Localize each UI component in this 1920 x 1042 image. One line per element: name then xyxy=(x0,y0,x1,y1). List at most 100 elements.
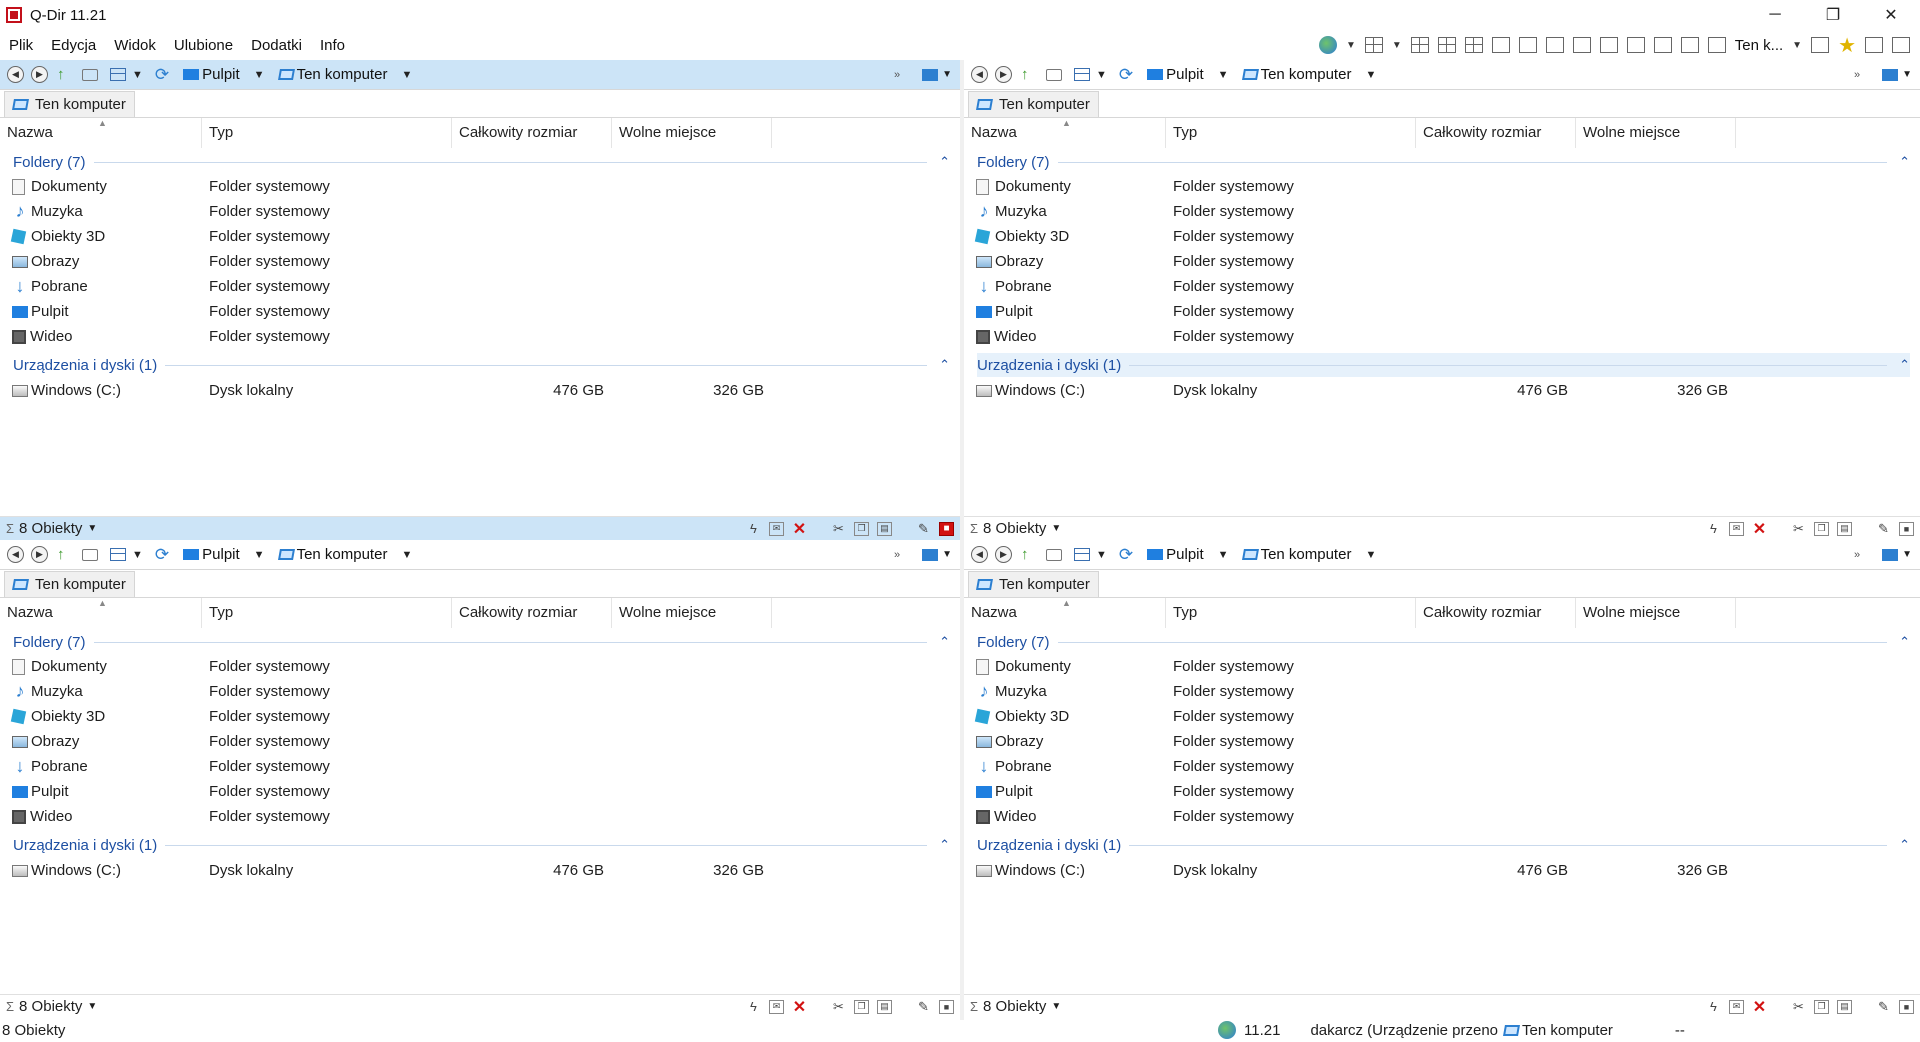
menu-widok[interactable]: Widok xyxy=(105,37,165,54)
list-item[interactable]: Obrazy Folder systemowy xyxy=(964,249,1920,274)
column-wolne[interactable]: Wolne miejsce xyxy=(1576,598,1736,628)
favorites-star-icon[interactable]: ★ xyxy=(1838,33,1856,58)
computer-button[interactable]: Ten komputer ▼ xyxy=(1241,66,1376,83)
layout-2x2-icon[interactable] xyxy=(1410,37,1429,53)
computer-button[interactable]: Ten komputer ▼ xyxy=(1241,546,1376,563)
mail-icon[interactable]: ✉ xyxy=(769,521,784,536)
desktop-dropdown-icon[interactable]: ▼ xyxy=(1218,549,1229,561)
tab-ten-komputer[interactable]: Ten komputer xyxy=(968,91,1099,117)
tools-icon[interactable] xyxy=(1865,37,1883,53)
collapse-icon[interactable]: ⌃ xyxy=(939,634,950,650)
column-nazwa[interactable]: Nazwa ▲ xyxy=(0,598,202,628)
layout-3-icon[interactable] xyxy=(1437,37,1456,53)
list-item[interactable]: Pulpit Folder systemowy xyxy=(964,779,1920,804)
mail-icon[interactable]: ✉ xyxy=(1729,999,1744,1014)
list-item[interactable]: ↓ Pobrane Folder systemowy xyxy=(964,274,1920,299)
copy-icon[interactable]: ❐ xyxy=(1814,521,1829,536)
menu-plik[interactable]: Plik xyxy=(0,37,42,54)
layout-right-icon[interactable] xyxy=(1626,37,1645,53)
copy-icon[interactable]: ❐ xyxy=(854,521,869,536)
refresh-icon[interactable]: ⟳ xyxy=(155,545,169,565)
refresh-icon[interactable]: ⟳ xyxy=(1119,65,1133,85)
menu-info[interactable]: Info xyxy=(311,37,354,54)
list-item[interactable]: ↓ Pobrane Folder systemowy xyxy=(0,754,960,779)
paste-icon[interactable]: ▤ xyxy=(877,521,892,536)
list-item[interactable]: Obrazy Folder systemowy xyxy=(0,729,960,754)
list-item[interactable]: Wideo Folder systemowy xyxy=(0,324,960,349)
column-typ[interactable]: Typ xyxy=(202,118,452,148)
quick-access-label[interactable]: Ten k... xyxy=(1735,37,1783,54)
column-typ[interactable]: Typ xyxy=(1166,118,1416,148)
column-typ[interactable]: Typ xyxy=(1166,598,1416,628)
list-item[interactable]: Obiekty 3D Folder systemowy xyxy=(0,224,960,249)
paste-icon[interactable]: ▤ xyxy=(1837,999,1852,1014)
folder-icon[interactable] xyxy=(82,68,98,81)
back-icon[interactable]: ◀ xyxy=(971,66,988,83)
desktop-dropdown-icon[interactable]: ▼ xyxy=(1218,69,1229,81)
delete-icon[interactable]: ✕ xyxy=(792,521,807,538)
more-chevron-icon[interactable]: » xyxy=(894,549,900,561)
layout-top-icon[interactable] xyxy=(1653,37,1672,53)
list-item[interactable]: ♪ Muzyka Folder systemowy xyxy=(964,679,1920,704)
close-pane-icon[interactable]: ■ xyxy=(939,999,954,1014)
collapse-icon[interactable]: ⌃ xyxy=(939,357,950,373)
list-item[interactable]: Wideo Folder systemowy xyxy=(964,804,1920,829)
pane-menu-icon[interactable] xyxy=(1882,68,1899,81)
tab-ten-komputer[interactable]: Ten komputer xyxy=(4,571,135,597)
flash-icon[interactable]: ϟ xyxy=(746,521,761,536)
column-wolne[interactable]: Wolne miejsce xyxy=(1576,118,1736,148)
list-item[interactable]: Dokumenty Folder systemowy xyxy=(0,174,960,199)
more-chevron-icon[interactable]: » xyxy=(1854,549,1860,561)
maximize-button[interactable]: ❐ xyxy=(1804,0,1862,30)
column-nazwa[interactable]: Nazwa ▲ xyxy=(0,118,202,148)
list-item[interactable]: Windows (C:) Dysk lokalny 476 GB 326 GB xyxy=(964,858,1920,883)
column-typ[interactable]: Typ xyxy=(202,598,452,628)
list-item[interactable]: Windows (C:) Dysk lokalny 476 GB 326 GB xyxy=(964,378,1920,403)
group-urzadzenia[interactable]: Urządzenia i dyski (1) ⌃ xyxy=(13,353,950,377)
delete-icon[interactable]: ✕ xyxy=(1752,521,1767,538)
menu-ulubione[interactable]: Ulubione xyxy=(165,37,242,54)
forward-icon[interactable]: ▶ xyxy=(31,66,48,83)
view-icon[interactable] xyxy=(1074,68,1090,81)
computer-dropdown-icon[interactable]: ▼ xyxy=(401,549,412,561)
list-item[interactable]: Pulpit Folder systemowy xyxy=(0,779,960,804)
layout-4-icon[interactable] xyxy=(1464,37,1483,53)
up-icon[interactable]: ↑ xyxy=(57,66,73,83)
layout-rows-icon[interactable] xyxy=(1572,37,1591,53)
pane-menu-icon[interactable] xyxy=(922,548,939,561)
layout-grid-icon[interactable] xyxy=(1364,37,1383,53)
menu-edycja[interactable]: Edycja xyxy=(42,37,105,54)
list-item[interactable]: ↓ Pobrane Folder systemowy xyxy=(0,274,960,299)
desktop-button[interactable]: Pulpit ▼ xyxy=(1147,546,1229,563)
list-item[interactable]: ♪ Muzyka Folder systemowy xyxy=(964,199,1920,224)
close-pane-icon[interactable]: ■ xyxy=(939,521,954,536)
pane-menu-icon[interactable] xyxy=(922,68,939,81)
paste-icon[interactable]: ▤ xyxy=(1837,521,1852,536)
collapse-icon[interactable]: ⌃ xyxy=(1899,634,1910,650)
list-item[interactable]: ↓ Pobrane Folder systemowy xyxy=(964,754,1920,779)
status-dropdown-icon[interactable]: ▼ xyxy=(87,1001,97,1012)
collapse-icon[interactable]: ⌃ xyxy=(939,154,950,170)
pane-menu-dropdown-icon[interactable]: ▼ xyxy=(942,69,952,80)
cut-icon[interactable]: ✂ xyxy=(831,999,846,1014)
group-urzadzenia[interactable]: Urządzenia i dyski (1) ⌃ xyxy=(977,833,1910,857)
view-dropdown-icon[interactable]: ▼ xyxy=(132,69,143,81)
forward-icon[interactable]: ▶ xyxy=(995,546,1012,563)
rename-icon[interactable]: ✎ xyxy=(916,521,931,536)
forward-icon[interactable]: ▶ xyxy=(995,66,1012,83)
desktop-dropdown-icon[interactable]: ▼ xyxy=(254,549,265,561)
status-dropdown-icon[interactable]: ▼ xyxy=(87,523,97,534)
mail-icon[interactable]: ✉ xyxy=(1729,521,1744,536)
list-item[interactable]: Pulpit Folder systemowy xyxy=(964,299,1920,324)
layout-bottom-icon[interactable] xyxy=(1680,37,1699,53)
tab-ten-komputer[interactable]: Ten komputer xyxy=(968,571,1099,597)
view-dropdown-icon[interactable]: ▼ xyxy=(1096,69,1107,81)
pane-menu-dropdown-icon[interactable]: ▼ xyxy=(1902,549,1912,560)
delete-icon[interactable]: ✕ xyxy=(792,999,807,1016)
globe-dropdown-icon[interactable]: ▼ xyxy=(1346,40,1356,51)
list-item[interactable]: Dokumenty Folder systemowy xyxy=(964,654,1920,679)
layout-left-icon[interactable] xyxy=(1599,37,1618,53)
status-count[interactable]: 8 Obiekty xyxy=(19,520,82,537)
group-urzadzenia[interactable]: Urządzenia i dyski (1) ⌃ xyxy=(13,833,950,857)
folder-icon[interactable] xyxy=(82,548,98,561)
